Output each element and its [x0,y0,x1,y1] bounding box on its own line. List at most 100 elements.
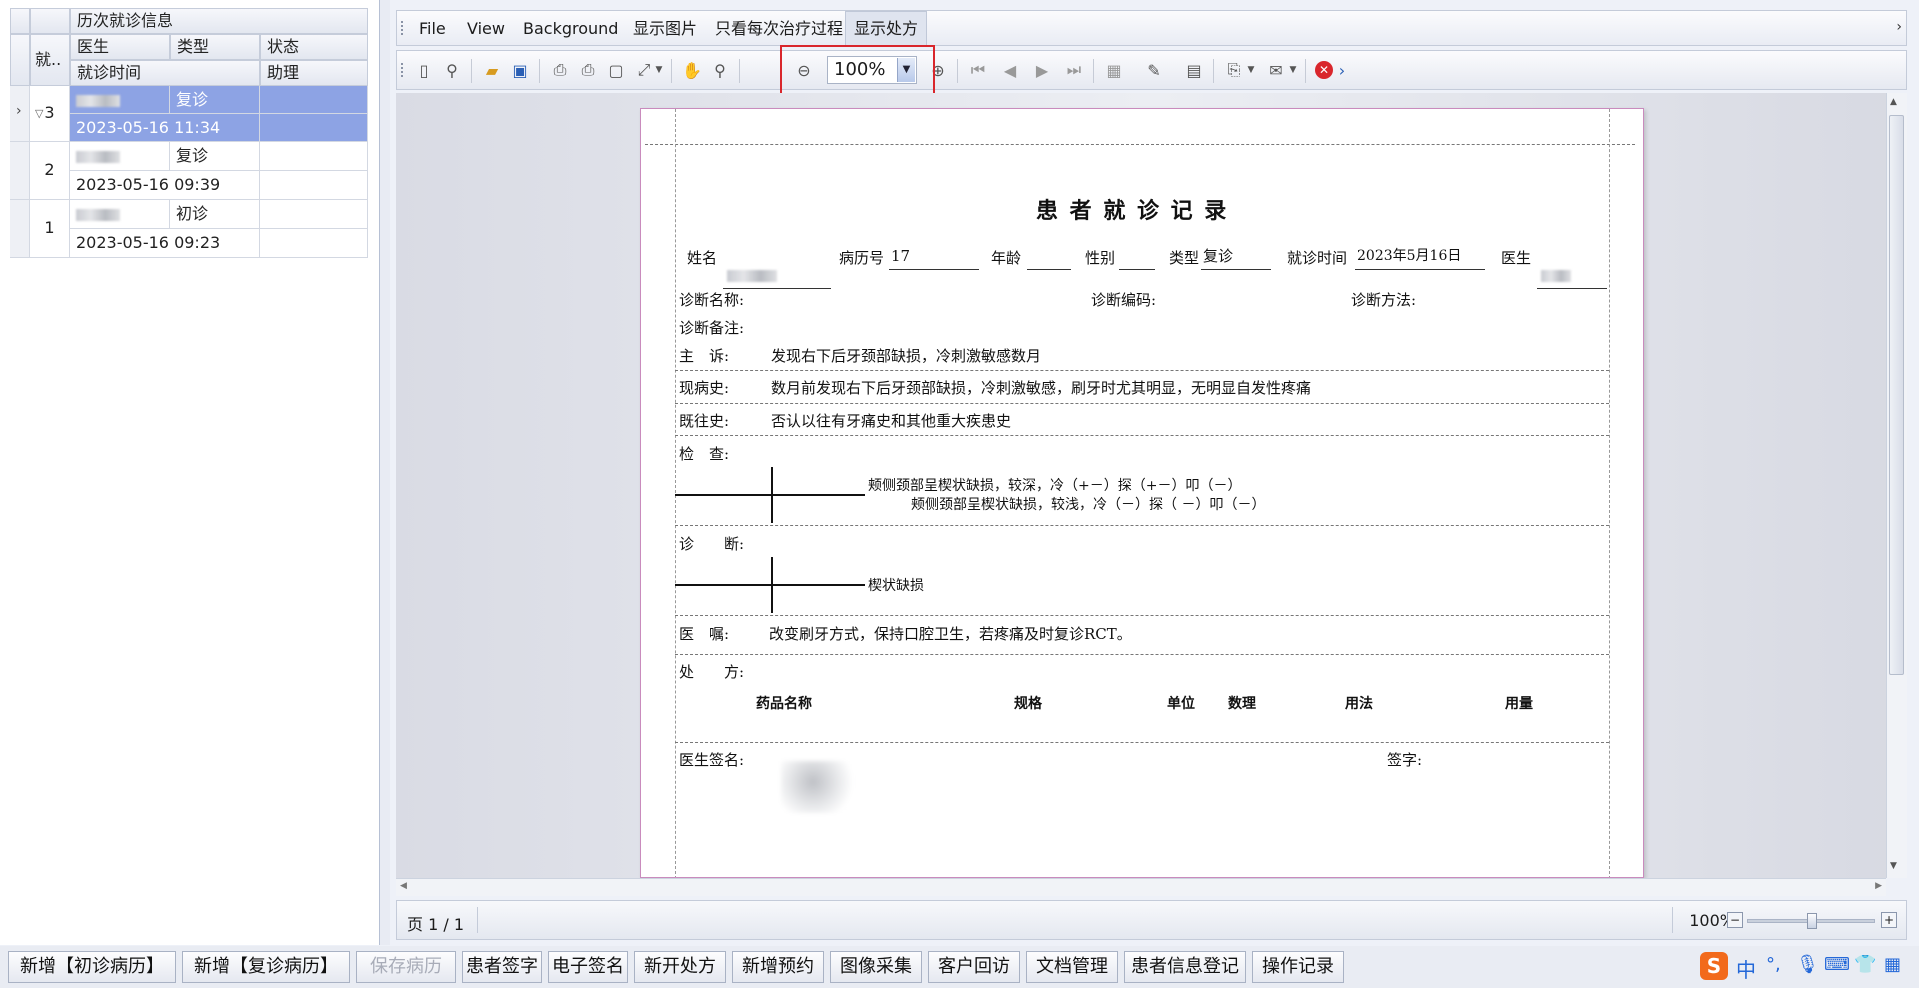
blurred-name [76,208,120,221]
close-preview-icon[interactable]: ✕ [1311,57,1337,83]
bottom-button-10[interactable]: 患者信息登记 [1124,951,1246,983]
col-header-doctor[interactable]: 医生 [70,34,170,60]
type-field [1201,269,1271,270]
scroll-down-icon[interactable]: ▼ [1890,861,1897,871]
menu-background[interactable]: Background [515,11,626,47]
zoom-slider-thumb[interactable] [1807,913,1817,929]
print-icon[interactable]: ⎙ [547,57,573,83]
find-icon[interactable]: ⚲ [439,57,465,83]
tooth-chart-vertical [771,557,773,613]
first-page-icon[interactable]: ⏮ [965,57,991,83]
row-type: 复诊 [170,142,260,171]
blurred-name [727,270,777,282]
chevron-right-icon[interactable]: › [1896,19,1902,35]
blurred-name [76,150,120,163]
keyboard-icon[interactable]: ⌨ [1824,954,1850,975]
magnifier-icon[interactable]: ⚲ [707,57,733,83]
section-divider [675,742,1609,743]
layout-icon[interactable]: ▯ [411,57,437,83]
chevron-right-icon[interactable]: › [1335,57,1349,83]
sign-label: 签字: [1387,751,1423,769]
separator [1305,59,1306,83]
col-header-no[interactable]: 就.. ▽ [30,34,70,120]
horizontal-scrollbar[interactable]: ◀ ▶ [396,878,1886,896]
ime-lang[interactable]: 中 [1736,954,1756,983]
doctor-label: 医生 [1501,249,1532,267]
bottom-button-1[interactable]: 新增【复诊病历】 [182,951,350,983]
scroll-right-icon[interactable]: ▶ [1875,881,1882,891]
table-row[interactable]: › 3 复诊 2023-05-16 11:34 [10,86,368,142]
row-doctor [70,86,170,114]
table-row[interactable]: 1 初诊 2023-05-16 09:23 [10,200,368,258]
age-field [1027,269,1071,270]
chevron-down-icon[interactable]: ▼ [1245,57,1257,83]
history-label: 现病史: [679,379,730,397]
col-header-status[interactable]: 状态 [260,34,368,60]
exam-label: 检 查: [679,445,730,463]
sogou-logo-icon[interactable]: S [1700,952,1728,980]
bottom-button-11[interactable]: 操作记录 [1252,951,1344,983]
col-header-type[interactable]: 类型 [170,34,260,60]
scroll-up-icon[interactable]: ▲ [1890,97,1897,107]
diag-name-label: 诊断名称: [679,291,745,309]
bottom-button-9[interactable]: 文档管理 [1026,951,1118,983]
bottom-action-bar: 新增【初诊病历】 新增【复诊病历】 保存病历 患者签字 电子签名 新开处方 新增预约 图像采集… [0,946,1919,988]
quick-print-icon[interactable]: ⎙ [575,57,601,83]
row-assistant [260,229,368,258]
menu-show-images[interactable]: 显示图片 [625,11,705,47]
skin-icon[interactable]: 👕 [1854,954,1876,975]
menu-show-prescription[interactable]: 显示处方 [845,11,928,47]
past-text: 否认以往有牙痛史和其他重大疾患史 [771,412,1012,430]
scroll-thumb[interactable] [1889,115,1904,675]
menu-file[interactable]: File [411,11,454,47]
vertical-scrollbar[interactable]: ▲ ▼ [1886,93,1907,878]
bottom-button-8[interactable]: 客户回访 [928,951,1020,983]
page-indicator: 页 1 / 1 [407,915,465,934]
scroll-left-icon[interactable]: ◀ [400,881,407,891]
row-no: 3 [30,86,70,142]
save-icon[interactable]: ▣ [507,57,533,83]
microphone-icon[interactable]: 🎙 [1796,954,1819,975]
color-icon[interactable]: ✎ [1141,57,1167,83]
section-divider [675,525,1609,526]
multipage-icon[interactable]: ▦ [1101,57,1127,83]
bottom-button-6[interactable]: 新增预约 [732,951,824,983]
bottom-button-0[interactable]: 新增【初诊病历】 [8,951,176,983]
page-setup-icon[interactable]: ▢ [603,57,629,83]
bottom-button-7[interactable]: 图像采集 [830,951,922,983]
separator [1213,59,1214,83]
hand-tool-icon[interactable]: ✋ [679,57,705,83]
open-icon[interactable]: ▰ [479,57,505,83]
email-icon[interactable]: ✉ [1263,57,1289,83]
next-page-icon[interactable]: ▶ [1029,57,1055,83]
last-page-icon[interactable]: ⏭ [1061,57,1087,83]
pane-splitter[interactable] [380,0,390,945]
watermark-icon[interactable]: ▤ [1181,57,1207,83]
row-type: 复诊 [170,86,260,114]
bottom-button-3[interactable]: 患者签字 [462,951,542,983]
table-row[interactable]: 2 复诊 2023-05-16 09:39 [10,142,368,200]
bottom-button-4[interactable]: 电子签名 [548,951,628,983]
punctuation-icon[interactable]: °, [1766,954,1781,975]
col-header-assistant[interactable]: 助理 [260,60,368,86]
chevron-down-icon[interactable]: ▼ [653,57,665,83]
menu-view[interactable]: View [459,11,513,47]
row-status [260,200,368,229]
col-header-time[interactable]: 就诊时间 [70,60,260,86]
prev-page-icon[interactable]: ◀ [997,57,1023,83]
chevron-down-icon[interactable]: ▼ [1287,57,1299,83]
grid-header-blank [30,8,70,34]
tooth-chart-horizontal [675,494,865,496]
zoom-plus-button[interactable]: + [1881,912,1897,928]
zoom-minus-button[interactable]: − [1727,912,1743,928]
zoom-slider[interactable] [1747,913,1875,929]
export-icon[interactable]: ⎘ [1221,57,1247,83]
bottom-button-5[interactable]: 新开处方 [634,951,726,983]
row-indicator [10,142,30,200]
doctor-sign-label: 医生签名: [679,751,745,769]
age-label: 年龄 [991,249,1022,267]
toolbox-icon[interactable]: ▦ [1884,954,1901,975]
ime-toolbar[interactable]: S 中 °, 🎙 ⌨ 👕 ▦ [1700,946,1919,988]
menu-only-process[interactable]: 只看每次治疗过程 [707,11,851,47]
document-title: 患 者 就 诊 记 录 [1036,198,1229,224]
